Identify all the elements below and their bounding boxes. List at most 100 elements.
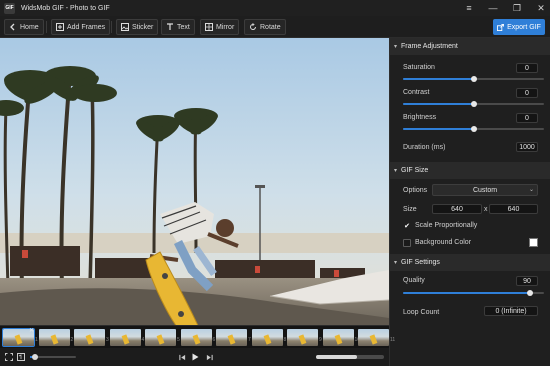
- background-color-swatch[interactable]: [529, 238, 538, 247]
- frame-thumbnail[interactable]: [287, 329, 318, 346]
- frame-number: 9: [319, 337, 322, 343]
- background-color-checkbox[interactable]: [403, 239, 411, 247]
- frame-thumbnail[interactable]: [145, 329, 176, 346]
- frame-filmstrip: 1✕234567891011: [0, 325, 395, 348]
- thumbnail-skateboard: [156, 334, 165, 345]
- previous-frame-icon[interactable]: [177, 352, 187, 362]
- mirror-icon: [205, 23, 213, 31]
- rotate-icon: [250, 23, 256, 30]
- thumbnail-skateboard: [50, 334, 58, 345]
- toolbar-divider: [46, 21, 47, 33]
- quality-input[interactable]: 90: [516, 276, 538, 286]
- speed-slider[interactable]: [316, 355, 384, 359]
- text-icon: [167, 23, 173, 30]
- scale-proportionally-label: Scale Proportionally: [415, 222, 478, 229]
- minimize-icon[interactable]: —: [488, 0, 498, 16]
- rotate-button[interactable]: Rotate: [244, 19, 286, 35]
- chevron-down-icon: ▾: [394, 168, 398, 174]
- close-icon[interactable]: ✕: [536, 0, 546, 16]
- height-input[interactable]: 640: [489, 204, 538, 214]
- playback-bar: [0, 348, 389, 366]
- text-button[interactable]: Text: [161, 19, 195, 35]
- frame-number: 6: [212, 337, 216, 343]
- zoom-slider[interactable]: [30, 354, 76, 360]
- frame-number: 7: [248, 337, 251, 343]
- frame-thumbnail[interactable]: [216, 329, 247, 346]
- width-input[interactable]: 640: [432, 204, 482, 214]
- frame-thumbnail[interactable]: [322, 329, 354, 346]
- saturation-knob[interactable]: [470, 76, 477, 82]
- gif-settings-header[interactable]: ▾ GIF Settings: [390, 254, 550, 271]
- text-label: Text: [177, 23, 190, 31]
- contrast-knob[interactable]: [470, 101, 477, 107]
- chevron-down-icon: ▾: [394, 260, 398, 266]
- title-bar: GIF WidsMob GIF - Photo to GIF ≡ — ❐ ✕: [0, 0, 550, 16]
- frame-number: 4: [141, 337, 145, 343]
- gif-settings-title: GIF Settings: [401, 259, 440, 266]
- export-gif-button[interactable]: Export GIF: [493, 19, 545, 35]
- duration-input[interactable]: 1000: [516, 142, 538, 152]
- zoom-knob[interactable]: [31, 354, 38, 360]
- gif-size-title: GIF Size: [401, 167, 429, 174]
- restore-icon[interactable]: ❐: [512, 0, 522, 16]
- frame-number: 1: [35, 337, 38, 343]
- contrast-fill: [403, 103, 474, 105]
- loop-count-input[interactable]: 0 (Infinite): [484, 306, 538, 316]
- thumbnail-skateboard: [121, 334, 129, 345]
- brightness-knob[interactable]: [470, 126, 477, 132]
- frame-number: 3: [106, 337, 109, 343]
- frame-number: 5: [177, 337, 180, 343]
- add-frames-label: Add Frames: [67, 23, 106, 31]
- options-select[interactable]: Custom ⌄: [432, 184, 538, 196]
- duration-label: Duration (ms): [403, 144, 446, 151]
- speed-fill: [316, 355, 357, 359]
- remove-frame-icon[interactable]: ✕: [29, 328, 35, 334]
- quality-slider[interactable]: [403, 290, 544, 296]
- brightness-slider[interactable]: [403, 126, 544, 132]
- frame-thumbnail[interactable]: [38, 329, 70, 346]
- original-size-icon[interactable]: [16, 352, 26, 362]
- scale-proportionally-checkbox[interactable]: ✔: [403, 222, 411, 230]
- contrast-input[interactable]: 0: [516, 88, 538, 98]
- thumbnail-skateboard: [14, 334, 23, 345]
- app-logo: GIF: [4, 2, 15, 14]
- back-arrow-icon: [10, 23, 15, 31]
- mirror-button[interactable]: Mirror: [200, 19, 240, 35]
- frame-adjustment-header[interactable]: ▾ Frame Adjustment: [390, 38, 550, 55]
- sticker-button[interactable]: Sticker: [116, 19, 159, 35]
- size-separator: x: [484, 206, 488, 213]
- frame-thumbnail[interactable]: [358, 329, 389, 346]
- chevron-down-icon: ⌄: [528, 187, 534, 193]
- rotate-label: Rotate: [260, 23, 281, 31]
- options-label: Options: [403, 187, 428, 194]
- thumbnail-skateboard: [192, 334, 200, 345]
- frame-thumbnail[interactable]: [74, 329, 105, 346]
- quality-fill: [403, 292, 530, 294]
- next-frame-icon[interactable]: [204, 352, 214, 362]
- home-button[interactable]: Home: [4, 19, 44, 35]
- export-gif-label: Export GIF: [507, 23, 541, 31]
- menu-icon[interactable]: ≡: [464, 0, 474, 16]
- frame-thumbnail[interactable]: [109, 329, 141, 346]
- thumbnail-skateboard: [369, 334, 378, 345]
- checkmark-icon: ✔: [404, 223, 410, 230]
- thumbnail-skateboard: [298, 334, 307, 345]
- brightness-label: Brightness: [403, 114, 437, 121]
- gif-size-header[interactable]: ▾ GIF Size: [390, 162, 550, 179]
- brightness-input[interactable]: 0: [516, 113, 538, 123]
- contrast-slider[interactable]: [403, 101, 544, 107]
- window-controls: ≡ — ❐ ✕: [464, 0, 546, 16]
- frame-thumbnail[interactable]: [180, 329, 212, 346]
- frame-thumbnail[interactable]: [251, 329, 283, 346]
- fit-screen-icon[interactable]: [4, 352, 14, 362]
- add-frames-button[interactable]: Add Frames: [51, 19, 111, 35]
- quality-knob[interactable]: [526, 290, 533, 296]
- home-label: Home: [20, 23, 39, 31]
- play-icon[interactable]: [190, 352, 200, 362]
- frame-number: 8: [283, 337, 287, 343]
- saturation-input[interactable]: 0: [516, 63, 538, 73]
- thumbnail-skateboard: [263, 334, 271, 345]
- add-frames-icon: [56, 23, 64, 31]
- window-title: WidsMob GIF - Photo to GIF: [21, 4, 110, 12]
- saturation-slider[interactable]: [403, 76, 544, 82]
